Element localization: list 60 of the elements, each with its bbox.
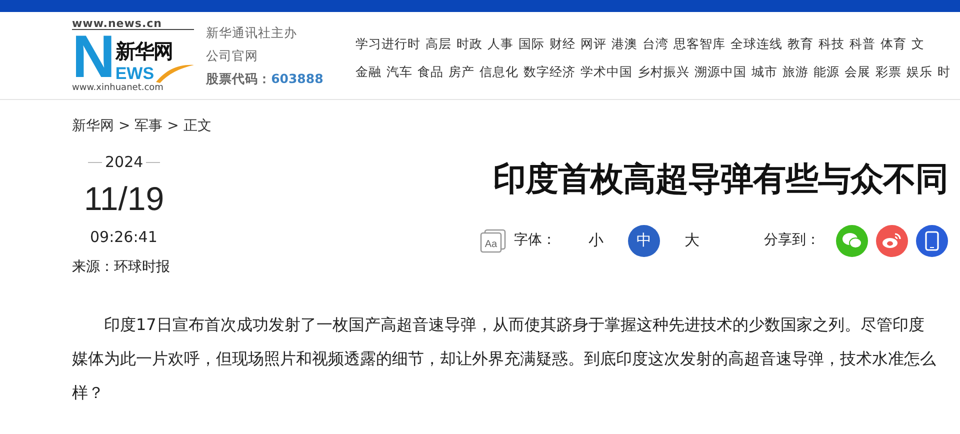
date-year: 2024 bbox=[105, 152, 144, 173]
nav-link[interactable]: 台湾 bbox=[642, 36, 668, 50]
nav-link[interactable]: 网评 bbox=[580, 36, 606, 50]
org-text: 公司官网 bbox=[206, 47, 260, 65]
nav-link[interactable]: 思客智库 bbox=[673, 36, 726, 50]
nav-link[interactable]: 数字经济 bbox=[523, 64, 576, 78]
stock-label: 股票代码： bbox=[206, 71, 272, 86]
breadcrumb-link[interactable]: 新华网 bbox=[72, 118, 114, 134]
nav-link[interactable]: 溯源中国 bbox=[694, 64, 746, 78]
dash-line bbox=[88, 162, 102, 163]
nav-link[interactable]: 学术中国 bbox=[580, 64, 632, 78]
publish-time: 09:26:41 bbox=[90, 227, 158, 248]
article-paragraph: 印度17日宣布首次成功发射了一枚国产高超音速导弹，从而使其跻身于掌握这种先进技术的少数国家之列。尽管印度媒体为此一片欢呼，但现场照片和视频透露的细节，却让外界充满疑惑。到底印度这次发射的高超音速导弹，技术水准怎么样？ bbox=[72, 314, 937, 404]
nav-link[interactable]: 汽车 bbox=[386, 64, 412, 78]
nav-link[interactable]: 科技 bbox=[818, 36, 844, 50]
nav-link[interactable]: 时 bbox=[937, 64, 950, 78]
nav-link[interactable]: 全球连线 bbox=[730, 36, 782, 50]
nav-link[interactable]: 文 bbox=[911, 36, 924, 50]
nav-link[interactable]: 娱乐 bbox=[906, 64, 932, 78]
org-text: 新华通讯社主办 bbox=[206, 24, 298, 42]
wechat-icon bbox=[842, 232, 862, 250]
source-text: 来源：环球时报 bbox=[72, 258, 171, 277]
wechat-share-button[interactable] bbox=[836, 224, 868, 257]
nav-link[interactable]: 财经 bbox=[549, 36, 576, 50]
nav-link[interactable]: 城市 bbox=[751, 64, 778, 78]
article-title: 印度首枚高超导弹有些与众不同 bbox=[492, 159, 948, 199]
date-day: 11/19 bbox=[84, 178, 232, 220]
nav-link[interactable]: 人事 bbox=[487, 36, 514, 50]
nav-link[interactable]: 彩票 bbox=[875, 64, 902, 78]
nav-link[interactable]: 金融 bbox=[355, 64, 382, 78]
nav-link[interactable]: 会展 bbox=[844, 64, 870, 78]
weibo-icon bbox=[882, 232, 902, 250]
font-label: 字体： bbox=[514, 231, 556, 250]
breadcrumb-separator: > bbox=[167, 118, 179, 134]
nav-link[interactable]: 科普 bbox=[849, 36, 876, 50]
nav-link[interactable]: 时政 bbox=[456, 36, 482, 50]
weibo-share-button[interactable] bbox=[876, 224, 908, 257]
nav-link[interactable]: 高层 bbox=[425, 36, 452, 50]
stock-code: 603888 bbox=[271, 71, 324, 86]
nav-link[interactable]: 信息化 bbox=[479, 64, 518, 78]
nav-link[interactable]: 房产 bbox=[448, 64, 474, 78]
breadcrumb-separator: > bbox=[118, 118, 130, 134]
nav-link[interactable]: 乡村振兴 bbox=[637, 64, 690, 78]
nav-link[interactable]: 国际 bbox=[518, 36, 544, 50]
font-size-option[interactable]: 大 bbox=[676, 224, 708, 257]
nav-link[interactable]: 能源 bbox=[813, 64, 840, 78]
nav-link[interactable]: 食品 bbox=[417, 64, 444, 78]
breadcrumb-link[interactable]: 正文 bbox=[183, 118, 212, 134]
nav-link[interactable]: 旅游 bbox=[782, 64, 808, 78]
nav-link[interactable]: 体育 bbox=[880, 36, 906, 50]
nav-link[interactable]: 学习进行时 bbox=[355, 36, 420, 50]
nav-link[interactable]: 港澳 bbox=[611, 36, 638, 50]
breadcrumb-link[interactable]: 军事 bbox=[134, 118, 163, 134]
font-size-option[interactable]: 小 bbox=[580, 224, 612, 257]
mobile-icon bbox=[925, 230, 939, 251]
dash-line bbox=[146, 162, 160, 163]
share-label: 分享到： bbox=[764, 231, 820, 250]
font-size-option[interactable]: 中 bbox=[628, 224, 660, 257]
mobile-share-button[interactable] bbox=[916, 224, 948, 257]
nav-link[interactable]: 教育 bbox=[787, 36, 814, 50]
